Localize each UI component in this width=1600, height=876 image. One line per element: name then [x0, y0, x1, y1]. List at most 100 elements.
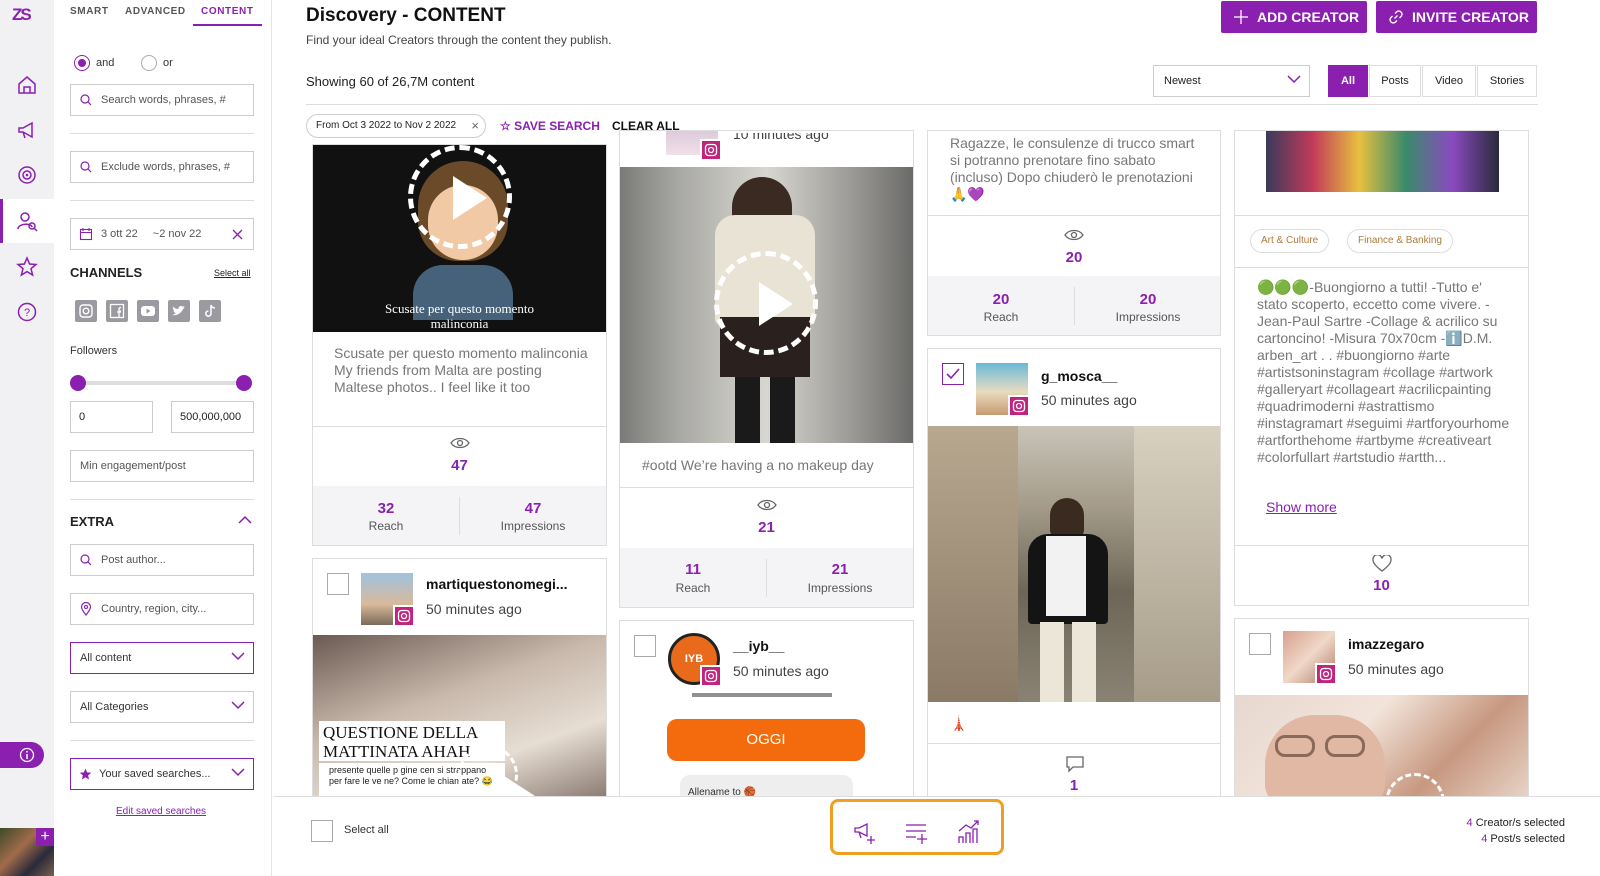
filter-posts[interactable]: Posts: [1369, 65, 1421, 97]
post-media[interactable]: QUESTIONE DELLA MATTINATA AHAH presente …: [313, 635, 606, 797]
content-card[interactable]: imazzegaro 50 minutes ago: [1234, 618, 1529, 798]
add-account-icon[interactable]: +: [36, 828, 54, 846]
location-input[interactable]: Country, region, city...: [70, 593, 254, 625]
play-icon[interactable]: [714, 251, 818, 355]
followers-slider-track[interactable]: [78, 381, 244, 385]
select-checkbox[interactable]: [942, 363, 964, 385]
tab-advanced[interactable]: ADVANCED: [125, 6, 186, 17]
followers-min-input[interactable]: 0: [70, 401, 153, 433]
play-icon[interactable]: [1385, 773, 1445, 797]
date-range-field[interactable]: 3 ott 22 ~2 nov 22: [70, 218, 254, 250]
date-filter-chip[interactable]: From Oct 3 2022 to Nov 2 2022 ×: [306, 114, 486, 138]
content-card[interactable]: martiquestonomegi... 50 minutes ago QUES…: [312, 558, 607, 798]
close-icon[interactable]: ×: [471, 115, 479, 137]
followers-min-handle[interactable]: [70, 375, 86, 391]
category-tag[interactable]: Finance & Banking: [1347, 229, 1453, 253]
reach-count: 32: [377, 500, 395, 517]
post-media[interactable]: [928, 426, 1220, 702]
play-icon[interactable]: [408, 145, 512, 249]
plus-icon: [1234, 10, 1248, 24]
or-radio[interactable]: [141, 55, 157, 71]
select-checkbox[interactable]: [327, 573, 349, 595]
creator-username[interactable]: martiquestonomegi...: [426, 576, 568, 592]
instagram-icon: [700, 665, 722, 687]
reach-label: Reach: [368, 519, 404, 533]
content-type-select[interactable]: All content: [70, 642, 254, 674]
post-media[interactable]: [1235, 695, 1528, 797]
show-more-link[interactable]: Show more: [1266, 499, 1337, 515]
followers-max-handle[interactable]: [236, 375, 252, 391]
creator-username[interactable]: imazzegaro: [1348, 636, 1424, 652]
sort-value: Newest: [1164, 75, 1201, 87]
target-icon[interactable]: [16, 164, 38, 186]
tiktok-icon[interactable]: [199, 300, 221, 322]
select-all-checkbox[interactable]: [311, 820, 333, 842]
edit-saved-searches-link[interactable]: Edit saved searches: [116, 806, 206, 817]
building-right: [1134, 426, 1220, 702]
logo[interactable]: ZS: [12, 6, 32, 23]
followers-max-input[interactable]: 500,000,000: [171, 401, 254, 433]
content-card[interactable]: IYB __iyb__ 50 minutes ago OGGI Allename…: [619, 620, 914, 798]
creator-username[interactable]: __iyb__: [733, 638, 784, 654]
analytics-icon[interactable]: [956, 819, 982, 845]
creator-username[interactable]: g_mosca__: [1041, 368, 1117, 384]
tab-content[interactable]: CONTENT: [201, 6, 254, 17]
overlay-caption: Scusate per questo momento malinconia: [384, 301, 535, 331]
post-author-input[interactable]: Post author...: [70, 544, 254, 576]
exclude-input[interactable]: Exclude words, phrases, #: [70, 151, 254, 183]
filter-stories[interactable]: Stories: [1477, 65, 1537, 97]
help-icon[interactable]: ?: [16, 301, 38, 323]
play-icon[interactable]: [458, 745, 535, 797]
sort-select[interactable]: Newest: [1153, 65, 1310, 97]
star-icon[interactable]: [16, 256, 38, 278]
saved-searches-select[interactable]: Your saved searches...: [70, 758, 254, 790]
instagram-icon[interactable]: [75, 300, 97, 322]
channels-select-all-link[interactable]: Select all: [214, 268, 251, 278]
chevron-up-icon[interactable]: [238, 515, 252, 524]
save-search-button[interactable]: ☆ SAVE SEARCH: [500, 119, 600, 133]
divider: [928, 215, 1220, 216]
cropped-text: [692, 693, 832, 697]
active-tab-indicator: [193, 24, 262, 26]
select-checkbox[interactable]: [634, 635, 656, 657]
megaphone-icon[interactable]: [16, 119, 38, 141]
select-checkbox[interactable]: [1249, 633, 1271, 655]
content-card[interactable]: 10 minutes ago #ootd We’re having a no m…: [619, 130, 914, 608]
user-search-icon[interactable]: [0, 199, 54, 243]
invite-creator-button[interactable]: INVITE CREATOR: [1376, 1, 1537, 33]
post-media[interactable]: Scusate per questo momento malinconia: [313, 145, 606, 332]
tab-smart[interactable]: SMART: [70, 6, 109, 17]
search-icon: [80, 161, 92, 173]
category-tag[interactable]: Art & Culture: [1250, 229, 1330, 253]
content-card[interactable]: g_mosca__ 50 minutes ago 🗼 1: [927, 348, 1221, 798]
location-placeholder: Country, region, city...: [101, 603, 207, 615]
select-all-label: Select all: [344, 824, 389, 836]
clear-date-icon[interactable]: [232, 229, 243, 240]
home-icon[interactable]: [16, 74, 38, 96]
info-toggle-button[interactable]: [0, 742, 44, 768]
divider: [620, 487, 913, 488]
divider: [70, 133, 254, 134]
youtube-icon[interactable]: [137, 300, 159, 322]
content-card[interactable]: Art & Culture Finance & Banking 🟢🟢🟢-Buon…: [1234, 130, 1529, 606]
creators-selected-count: 4 Creator/s selected: [1380, 817, 1565, 829]
filter-all[interactable]: All: [1328, 65, 1368, 97]
views-count: 21: [758, 519, 775, 536]
post-media[interactable]: [620, 167, 913, 443]
add-creator-button[interactable]: ADD CREATOR: [1221, 1, 1367, 33]
creators-selected-number: 4: [1466, 817, 1473, 829]
add-to-list-icon[interactable]: [904, 819, 930, 845]
filter-video[interactable]: Video: [1422, 65, 1476, 97]
add-to-campaign-icon[interactable]: [852, 819, 878, 845]
and-radio[interactable]: [74, 55, 90, 71]
facebook-icon[interactable]: [106, 300, 128, 322]
categories-select[interactable]: All Categories: [70, 691, 254, 723]
search-input[interactable]: Search words, phrases, #: [70, 84, 254, 116]
min-engagement-input[interactable]: Min engagement/post: [70, 450, 254, 482]
content-card[interactable]: Scusate per questo momento malinconia Sc…: [312, 144, 607, 546]
reach-label: Reach: [983, 310, 1019, 324]
twitter-icon[interactable]: [168, 300, 190, 322]
content-card[interactable]: Ragazze, le consulenze di trucco smart s…: [927, 130, 1221, 336]
post-media[interactable]: [1266, 131, 1499, 192]
post-media[interactable]: OGGI Allename to 🏀: [620, 693, 913, 797]
